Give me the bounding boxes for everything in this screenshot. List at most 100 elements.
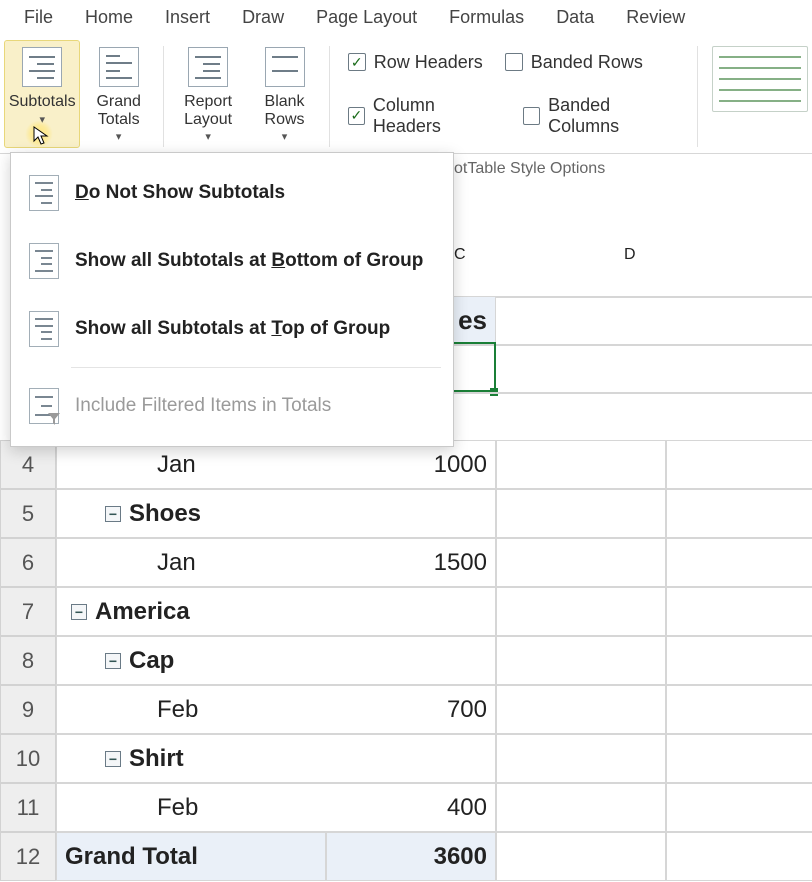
cell-a[interactable]: −Shirt: [56, 734, 326, 783]
cell-b[interactable]: [326, 489, 496, 538]
row-header[interactable]: 10: [0, 734, 56, 783]
cell-b[interactable]: [326, 636, 496, 685]
ribbon: Subtotals ▾ GrandTotals ▾ ReportLayout ▾…: [0, 34, 812, 154]
cell-d[interactable]: [666, 783, 812, 832]
cell-b[interactable]: 3600: [326, 832, 496, 881]
column-header-d[interactable]: D: [624, 246, 794, 296]
menu-bar: File Home Insert Draw Page Layout Formul…: [0, 0, 812, 34]
cell-d[interactable]: [666, 587, 812, 636]
checkbox-icon: [348, 107, 365, 125]
cell-b[interactable]: [326, 587, 496, 636]
cell[interactable]: [666, 392, 812, 394]
column-headers-checkbox[interactable]: Column Headers: [348, 95, 501, 137]
cell-b[interactable]: 400: [326, 783, 496, 832]
cell-c[interactable]: [496, 832, 666, 881]
ribbon-group-caption: otTable Style Options: [454, 160, 605, 178]
cell-c[interactable]: [496, 783, 666, 832]
cell-a[interactable]: Jan: [56, 440, 326, 489]
cursor-icon: [25, 120, 53, 148]
cell-text: Shirt: [129, 745, 184, 773]
cell[interactable]: [666, 296, 812, 298]
cell-a[interactable]: −Cap: [56, 636, 326, 685]
selection-outline: [454, 342, 496, 392]
collapse-icon[interactable]: −: [105, 506, 121, 522]
column-header-c[interactable]: C: [454, 246, 624, 296]
cell-d[interactable]: [666, 489, 812, 538]
subtotals-dropdown: Do Not Show Subtotals Show all Subtotals…: [10, 152, 454, 447]
menu-insert[interactable]: Insert: [149, 1, 226, 34]
cell-a[interactable]: −Shoes: [56, 489, 326, 538]
menu-draw[interactable]: Draw: [226, 1, 300, 34]
collapse-icon[interactable]: −: [105, 751, 121, 767]
cell[interactable]: [496, 344, 666, 346]
menu-file[interactable]: File: [8, 1, 69, 34]
subtotals-bottom-item[interactable]: Show all Subtotals at Bottom of Group: [11, 227, 453, 295]
menu-data[interactable]: Data: [540, 1, 610, 34]
subtotals-top-item[interactable]: Show all Subtotals at Top of Group: [11, 295, 453, 363]
row-header[interactable]: 7: [0, 587, 56, 636]
style-options-group: Row Headers Banded Rows Column Headers B…: [336, 40, 691, 148]
cell-a[interactable]: −America: [56, 587, 326, 636]
cell-c[interactable]: [496, 489, 666, 538]
menu-item-label: Do Not Show Subtotals: [75, 182, 285, 204]
row-header[interactable]: 5: [0, 489, 56, 538]
report-layout-button[interactable]: ReportLayout ▾: [170, 40, 246, 148]
cell-c[interactable]: [496, 734, 666, 783]
cell-b[interactable]: [326, 734, 496, 783]
cell-text: America: [95, 598, 190, 626]
pivot-header-fragment: es: [454, 296, 496, 344]
cell[interactable]: [496, 296, 666, 298]
cell-b[interactable]: 1000: [326, 440, 496, 489]
cell-text: Feb: [157, 696, 198, 724]
cell-d[interactable]: [666, 636, 812, 685]
grand-totals-button[interactable]: GrandTotals ▾: [80, 40, 156, 148]
cell-c[interactable]: [496, 587, 666, 636]
menu-review[interactable]: Review: [610, 1, 701, 34]
cell-d[interactable]: [666, 685, 812, 734]
row-header[interactable]: 9: [0, 685, 56, 734]
chevron-down-icon: ▾: [116, 130, 122, 143]
table-row: 9 Feb 700: [0, 685, 812, 734]
blank-rows-button[interactable]: BlankRows ▾: [246, 40, 322, 148]
cell-d[interactable]: [666, 538, 812, 587]
cell-b[interactable]: 700: [326, 685, 496, 734]
subtotals-label: Subtotals: [9, 93, 76, 111]
do-not-show-subtotals-item[interactable]: Do Not Show Subtotals: [11, 159, 453, 227]
cell-b[interactable]: 1500: [326, 538, 496, 587]
cell[interactable]: [454, 392, 496, 394]
cell-a[interactable]: Feb: [56, 783, 326, 832]
row-headers-checkbox[interactable]: Row Headers: [348, 52, 483, 73]
collapse-icon[interactable]: −: [105, 653, 121, 669]
pivottable-style-gallery[interactable]: [712, 40, 808, 112]
cell-d[interactable]: [666, 734, 812, 783]
menu-page-layout[interactable]: Page Layout: [300, 1, 433, 34]
banded-columns-checkbox[interactable]: Banded Columns: [523, 95, 679, 137]
row-header[interactable]: 8: [0, 636, 56, 685]
cell-c[interactable]: [496, 538, 666, 587]
cell-c[interactable]: [496, 636, 666, 685]
cell-d[interactable]: [666, 440, 812, 489]
row-header[interactable]: 4: [0, 440, 56, 489]
checkbox-icon: [505, 53, 523, 71]
subtotals-bottom-icon: [29, 243, 59, 279]
cell-d[interactable]: [666, 832, 812, 881]
cell-a[interactable]: Feb: [56, 685, 326, 734]
row-header[interactable]: 11: [0, 783, 56, 832]
row-header[interactable]: 6: [0, 538, 56, 587]
menu-formulas[interactable]: Formulas: [433, 1, 540, 34]
menu-home[interactable]: Home: [69, 1, 149, 34]
chevron-down-icon: ▾: [282, 130, 288, 143]
cell-a[interactable]: Jan: [56, 538, 326, 587]
chevron-down-icon: ▾: [205, 130, 211, 143]
row-header[interactable]: 12: [0, 832, 56, 881]
cell[interactable]: [666, 344, 812, 346]
cell-c[interactable]: [496, 685, 666, 734]
cell-text: Cap: [129, 647, 174, 675]
cell-a[interactable]: Grand Total: [56, 832, 326, 881]
banded-rows-checkbox[interactable]: Banded Rows: [505, 52, 643, 73]
collapse-icon[interactable]: −: [71, 604, 87, 620]
cell-text: Grand Total: [65, 843, 198, 871]
cell-c[interactable]: [496, 440, 666, 489]
cell[interactable]: [496, 392, 666, 394]
blank-rows-icon: [265, 47, 305, 87]
